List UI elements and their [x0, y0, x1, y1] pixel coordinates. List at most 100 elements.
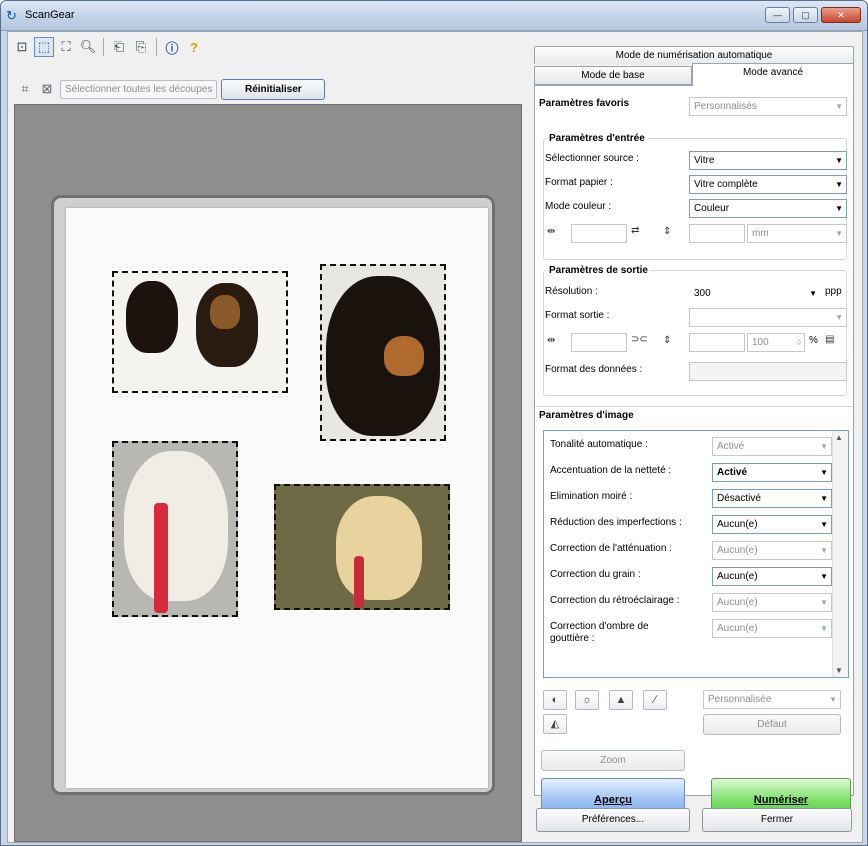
swap-dimensions-icon[interactable]: ⇄: [631, 225, 639, 236]
height-icon: ⇕: [663, 226, 672, 237]
scale-options-icon[interactable]: ▤: [825, 334, 834, 345]
dog-image: [124, 451, 228, 601]
image-settings-heading: Paramètres d'image: [539, 410, 634, 421]
auto-tone-select[interactable]: Activé ▼: [712, 437, 832, 456]
preview-area: [14, 104, 522, 842]
zoom-tool-icon[interactable]: 🔍︎: [78, 37, 98, 57]
preferences-button[interactable]: Préférences...: [536, 808, 690, 832]
descreen-select[interactable]: Désactivé ▼: [712, 489, 832, 508]
favorites-select[interactable]: Personnalisés ▼: [689, 97, 847, 116]
settings-panel: Mode de numérisation automatique Mode de…: [530, 46, 860, 842]
main-toolbar: ⊡ ⬚ ⛶ 🔍︎ ⎗ ⎘ ⓘ ?: [8, 34, 528, 60]
rotate-right-icon[interactable]: ⎘: [131, 37, 151, 57]
brightness-icon[interactable]: ☼: [575, 690, 599, 710]
crop-frame-photo-3[interactable]: [112, 441, 238, 617]
image-settings-divider: [535, 406, 853, 407]
grain-label: Correction du grain :: [550, 569, 641, 580]
descreen-label: Elimination moiré :: [550, 491, 633, 502]
favorites-label: Paramètres favoris: [539, 98, 630, 109]
client-area: ⊡ ⬚ ⛶ 🔍︎ ⎗ ⎘ ⓘ ? ⌗ ⊠ Sélectionner toutes…: [7, 31, 863, 843]
dog-image: [354, 556, 364, 608]
dust-scratch-label: Réduction des imperfections :: [550, 517, 682, 528]
aspect-lock-icon[interactable]: ⊃⊂: [631, 334, 648, 345]
source-label: Sélectionner source :: [545, 153, 639, 164]
help-icon[interactable]: ?: [184, 37, 204, 57]
resolution-label: Résolution :: [545, 286, 598, 297]
crop-frame-photo-1[interactable]: [112, 271, 288, 393]
dust-scratch-select[interactable]: Aucun(e) ▼: [712, 515, 832, 534]
auto-crop-icon[interactable]: ⌗: [16, 81, 34, 97]
source-select[interactable]: Vitre ▼: [689, 151, 847, 170]
output-width-icon: ⇹: [547, 335, 556, 346]
saturation-icon[interactable]: ◐: [543, 690, 567, 710]
fading-label: Correction de l'atténuation :: [550, 543, 672, 554]
tab-basic-mode[interactable]: Mode de base: [534, 66, 692, 85]
input-settings-heading: Paramètres d'entrée: [547, 133, 647, 144]
data-size-field: [689, 362, 847, 381]
input-height-field[interactable]: [689, 224, 745, 243]
scroll-up-icon[interactable]: ▲: [835, 433, 843, 442]
histogram-icon[interactable]: ▲: [609, 690, 633, 710]
dog-image: [384, 336, 424, 376]
backlight-select[interactable]: Aucun(e) ▼: [712, 593, 832, 612]
close-window-button[interactable]: ✕: [821, 7, 861, 23]
minimize-button[interactable]: —: [765, 7, 790, 23]
output-height-icon: ⇕: [663, 335, 672, 346]
dog-image: [336, 496, 422, 600]
scangear-window: ↻ ScanGear — ▢ ✕ ⊡ ⬚ ⛶ 🔍︎ ⎗ ⎘ ⓘ ? ⌗ ⊠ Sé…: [0, 0, 868, 846]
thumbnail-toggle-icon[interactable]: ⊡: [12, 37, 32, 57]
scale-field[interactable]: 100 ◊: [747, 333, 805, 352]
image-settings-scrollbar[interactable]: ▲ ▼: [832, 431, 848, 677]
output-size-select[interactable]: ▼: [689, 308, 847, 327]
output-width-field[interactable]: [571, 333, 627, 352]
close-button[interactable]: Fermer: [702, 808, 852, 832]
sharpen-select[interactable]: Activé ▼: [712, 463, 832, 482]
toolbar-divider: [156, 38, 157, 56]
image-settings-list[interactable]: Tonalité automatique : Activé ▼ Accentuat…: [543, 430, 849, 678]
zoom-button[interactable]: Zoom: [541, 750, 685, 771]
data-size-label: Format des données :: [545, 364, 643, 375]
paper-size-label: Format papier :: [545, 177, 613, 188]
auto-tone-label: Tonalité automatique :: [550, 439, 648, 450]
gutter-shadow-label: Correction d'ombre de gouttière :: [550, 621, 649, 644]
scanned-page: [66, 208, 488, 788]
gutter-shadow-select[interactable]: Aucun(e) ▼: [712, 619, 832, 638]
dog-image: [210, 295, 240, 329]
percent-label: %: [809, 335, 818, 346]
output-size-label: Format sortie :: [545, 310, 610, 321]
move-tool-icon[interactable]: ⛶: [56, 37, 76, 57]
remove-crop-icon[interactable]: ⊠: [38, 81, 56, 97]
color-mode-label: Mode couleur :: [545, 201, 612, 212]
output-height-field[interactable]: [689, 333, 745, 352]
select-all-crops-button[interactable]: Sélectionner toutes les découpes: [60, 79, 218, 99]
color-mode-select[interactable]: Couleur ▼: [689, 199, 847, 218]
tab-auto-scan[interactable]: Mode de numérisation automatique: [534, 46, 854, 64]
default-button[interactable]: Défaut: [703, 714, 841, 735]
threshold-icon[interactable]: ◭: [543, 714, 567, 734]
unit-select[interactable]: mm ▼: [747, 224, 847, 243]
reset-button[interactable]: Réinitialiser: [221, 78, 326, 100]
title-bar: ↻ ScanGear — ▢ ✕: [1, 1, 867, 31]
crop-frame-photo-4[interactable]: [274, 484, 450, 610]
rotate-left-icon[interactable]: ⎗: [109, 37, 129, 57]
info-icon[interactable]: ⓘ: [162, 37, 182, 57]
crop-tool-icon[interactable]: ⬚: [34, 37, 54, 57]
paper-size-select[interactable]: Vitre complète ▼: [689, 175, 847, 194]
toolbar-divider: [103, 38, 104, 56]
scroll-down-icon[interactable]: ▼: [835, 666, 843, 675]
grain-select[interactable]: Aucun(e) ▼: [712, 567, 832, 586]
resolution-select[interactable]: 300 ▼: [689, 284, 821, 303]
backlight-label: Correction du rétroéclairage :: [550, 595, 680, 606]
maximize-button[interactable]: ▢: [793, 7, 818, 23]
width-icon: ⇹: [547, 226, 556, 237]
tone-curve-icon[interactable]: ∕: [643, 690, 667, 710]
input-width-field[interactable]: [571, 224, 627, 243]
crop-frame-photo-2[interactable]: [320, 264, 446, 441]
tab-advanced-mode[interactable]: Mode avancé: [692, 63, 854, 86]
resolution-unit: ppp: [825, 286, 842, 297]
scangear-icon: ↻: [6, 8, 17, 23]
fading-select[interactable]: Aucun(e) ▼: [712, 541, 832, 560]
dog-image: [154, 503, 168, 613]
output-settings-heading: Paramètres de sortie: [547, 265, 650, 276]
adjust-preset-select[interactable]: Personnalisée ▼: [703, 690, 841, 709]
